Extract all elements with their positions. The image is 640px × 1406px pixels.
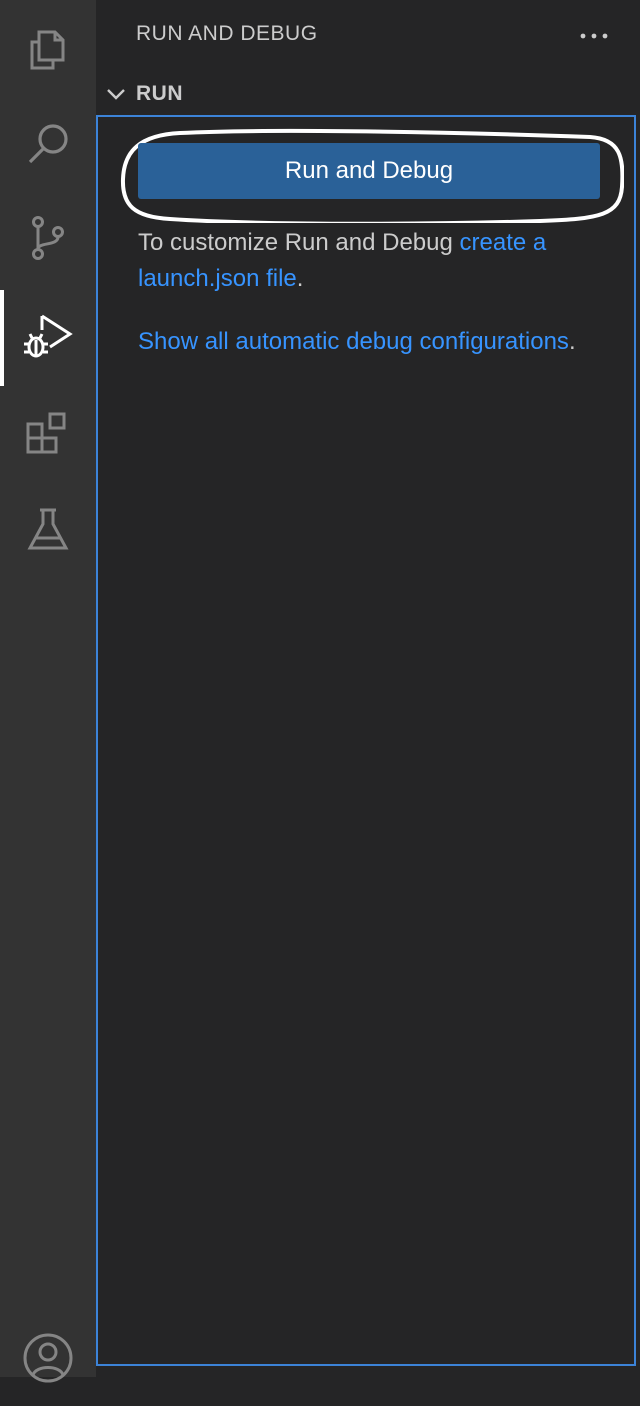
accounts-icon (20, 1330, 76, 1386)
files-icon (22, 22, 74, 74)
run-section-label: RUN (136, 82, 183, 105)
run-section-header[interactable]: RUN (96, 74, 640, 114)
run-and-debug-button[interactable]: Run and Debug (138, 143, 600, 199)
sidebar-title: RUN AND DEBUG (136, 22, 318, 45)
activity-item-explorer[interactable] (0, 0, 96, 96)
activity-item-extensions[interactable] (0, 386, 96, 482)
activity-item-accounts[interactable] (0, 1310, 96, 1406)
customize-prefix-text: To customize Run and Debug (138, 229, 460, 256)
customize-suffix-text: . (296, 265, 304, 292)
customize-help-text: To customize Run and Debug create a laun… (138, 225, 608, 297)
activity-item-testing[interactable] (0, 482, 96, 578)
search-icon (22, 118, 74, 170)
testing-icon (22, 504, 74, 556)
extensions-icon (22, 408, 74, 460)
activity-item-run-debug[interactable] (0, 290, 96, 386)
activity-item-source-control[interactable] (0, 190, 96, 286)
ellipsis-icon (579, 27, 609, 45)
source-control-icon (22, 212, 74, 264)
show-all-help-text: Show all automatic debug configurations. (138, 324, 608, 360)
chevron-down-icon (104, 83, 128, 110)
more-actions-button[interactable] (574, 18, 614, 54)
run-section-body: Run and Debug To customize Run and Debug… (96, 115, 636, 1366)
run-debug-sidebar: RUN AND DEBUG RUN Run and Debug To custo… (96, 0, 640, 1377)
show-all-suffix-text: . (568, 328, 576, 355)
show-all-debug-configurations-link[interactable]: Show all automatic debug configurations (138, 328, 569, 355)
activity-item-search[interactable] (0, 96, 96, 192)
activity-bar (0, 0, 96, 1383)
run-debug-icon (20, 310, 76, 366)
